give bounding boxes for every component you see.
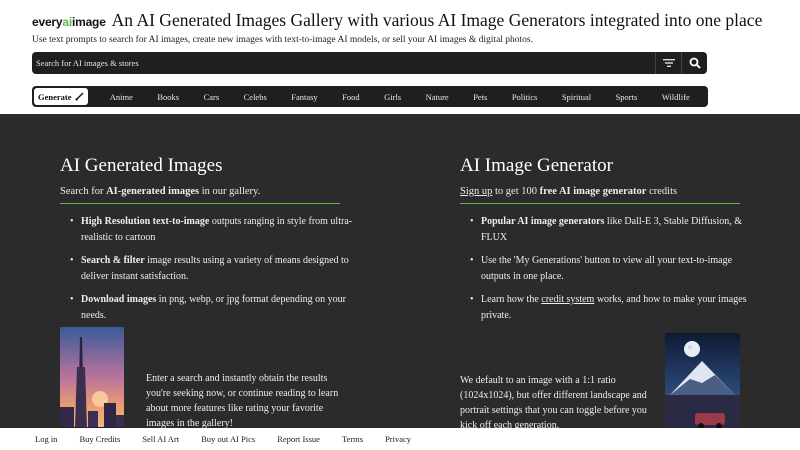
features-section: AI Generated Images Search for AI-genera… bbox=[0, 114, 800, 428]
gallery-sub-bold: AI-generated images bbox=[106, 186, 200, 197]
footer-link-buy-credits[interactable]: Buy Credits bbox=[79, 434, 120, 444]
category-books[interactable]: Books bbox=[157, 92, 179, 102]
page-title: An AI Generated Images Gallery with vari… bbox=[111, 10, 763, 30]
footer-link-login[interactable]: Log in bbox=[35, 434, 57, 444]
footer-link-terms[interactable]: Terms bbox=[342, 434, 363, 444]
generator-paragraph: We default to an image with a 1:1 ratio … bbox=[460, 375, 647, 428]
gallery-feature-list: High Resolution text-to-image outputs ra… bbox=[60, 214, 360, 324]
gallery-sub-post: in our gallery. bbox=[199, 186, 261, 197]
city-sunset-image bbox=[60, 327, 124, 428]
category-politics[interactable]: Politics bbox=[512, 92, 538, 102]
category-list: Anime Books Cars Celebs Fantasy Food Gir… bbox=[88, 92, 708, 102]
page-header: everyaiimage An AI Generated Images Gall… bbox=[32, 10, 772, 45]
bullet-text: Use the 'My Generations' button to view … bbox=[481, 255, 733, 282]
category-bar: Generate Anime Books Cars Celebs Fantasy… bbox=[32, 86, 708, 107]
bullet-bold: Search & filter bbox=[81, 255, 145, 266]
mountain-night-illustration bbox=[665, 333, 740, 428]
category-wildlife[interactable]: Wildlife bbox=[662, 92, 690, 102]
credit-system-link[interactable]: credit system bbox=[541, 294, 594, 305]
bullet-bold: Popular AI image generators bbox=[481, 216, 605, 227]
category-cars[interactable]: Cars bbox=[204, 92, 220, 102]
gallery-sub-pre: Search for bbox=[60, 186, 107, 197]
bullet-bold: Download images bbox=[81, 294, 157, 305]
footer: Log in Buy Credits Sell AI Art Buy out A… bbox=[0, 428, 800, 450]
generator-feature-list: Popular AI image generators like Dall-E … bbox=[460, 214, 760, 324]
bullet-text: Learn how the bbox=[481, 294, 542, 305]
category-sports[interactable]: Sports bbox=[616, 92, 638, 102]
gallery-subheading: Search for AI-generated images in our ga… bbox=[60, 186, 360, 197]
generate-label: Generate bbox=[38, 91, 72, 102]
category-nature[interactable]: Nature bbox=[426, 92, 449, 102]
list-item: Use the 'My Generations' button to view … bbox=[460, 253, 760, 285]
list-item: Popular AI image generators like Dall-E … bbox=[460, 214, 760, 246]
mountain-night-image bbox=[665, 333, 740, 428]
list-item: Download images in png, webp, or jpg for… bbox=[60, 292, 360, 324]
brush-icon bbox=[74, 92, 84, 101]
filter-icon bbox=[662, 59, 675, 67]
category-anime[interactable]: Anime bbox=[110, 92, 133, 102]
generator-subheading: Sign up to get 100 free AI image generat… bbox=[460, 186, 760, 197]
category-girls[interactable]: Girls bbox=[384, 92, 401, 102]
title-row: everyaiimage An AI Generated Images Gall… bbox=[32, 10, 772, 31]
logo-part-ai: ai bbox=[62, 15, 72, 29]
gallery-heading: AI Generated Images bbox=[60, 155, 223, 176]
search-button[interactable] bbox=[681, 52, 707, 74]
gallery-column: AI Generated Images Search for AI-genera… bbox=[60, 114, 360, 331]
logo-part-image: image bbox=[71, 15, 106, 29]
list-item: Search & filter image results using a va… bbox=[60, 253, 360, 285]
footer-link-report-issue[interactable]: Report Issue bbox=[277, 434, 320, 444]
generator-sub-pre: to get 100 bbox=[492, 186, 540, 197]
site-logo[interactable]: everyaiimage bbox=[32, 15, 106, 29]
green-divider bbox=[60, 203, 340, 204]
sign-up-link[interactable]: Sign up bbox=[460, 186, 492, 197]
generator-sub-bold: free AI image generator bbox=[539, 186, 647, 197]
search-input[interactable]: Search for AI images & stores bbox=[32, 58, 655, 68]
footer-link-sell-ai-art[interactable]: Sell AI Art bbox=[142, 434, 179, 444]
generator-heading: AI Image Generator bbox=[460, 155, 613, 176]
category-spiritual[interactable]: Spiritual bbox=[562, 92, 591, 102]
footer-link-privacy[interactable]: Privacy bbox=[385, 434, 411, 444]
footer-link-buy-out-ai-pics[interactable]: Buy out AI Pics bbox=[201, 434, 255, 444]
green-divider bbox=[460, 203, 740, 204]
category-celebs[interactable]: Celebs bbox=[244, 92, 267, 102]
category-fantasy[interactable]: Fantasy bbox=[291, 92, 317, 102]
list-item: Learn how the credit system works, and h… bbox=[460, 292, 760, 324]
category-pets[interactable]: Pets bbox=[473, 92, 487, 102]
list-item: High Resolution text-to-image outputs ra… bbox=[60, 214, 360, 246]
bullet-bold: High Resolution text-to-image bbox=[81, 216, 210, 227]
logo-part-every: every bbox=[32, 15, 63, 29]
generate-button[interactable]: Generate bbox=[34, 88, 88, 105]
generator-column: AI Image Generator Sign up to get 100 fr… bbox=[460, 114, 760, 331]
gallery-paragraph: Enter a search and instantly obtain the … bbox=[146, 373, 339, 428]
generator-sub-post: credits bbox=[646, 186, 678, 197]
search-icon bbox=[689, 57, 701, 69]
filter-button[interactable] bbox=[655, 52, 681, 74]
tagline: Use text prompts to search for AI images… bbox=[32, 35, 534, 45]
category-food[interactable]: Food bbox=[342, 92, 359, 102]
search-bar: Search for AI images & stores bbox=[32, 52, 707, 74]
city-sunset-illustration bbox=[60, 327, 124, 428]
